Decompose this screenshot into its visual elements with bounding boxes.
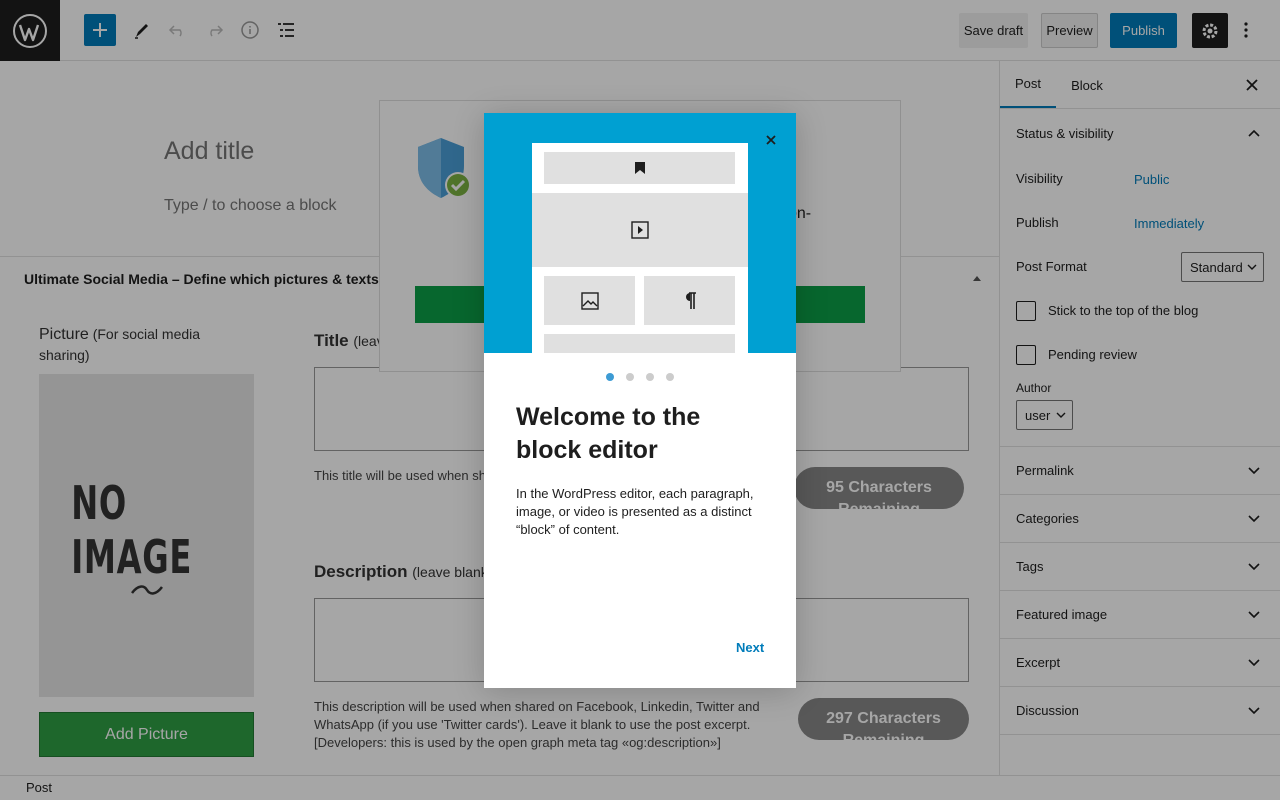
video-icon bbox=[532, 193, 748, 267]
guide-heading: Welcome to the block editor bbox=[516, 403, 701, 464]
guide-text: In the WordPress editor, each paragraph,… bbox=[516, 486, 754, 537]
bookmark-icon bbox=[544, 152, 735, 184]
close-icon[interactable] bbox=[761, 130, 781, 150]
page-dot[interactable] bbox=[626, 373, 634, 381]
guide-illustration bbox=[484, 113, 796, 353]
image-icon bbox=[544, 276, 635, 325]
illustration-card bbox=[532, 143, 748, 353]
next-button[interactable]: Next bbox=[736, 640, 764, 655]
page-dot[interactable] bbox=[666, 373, 674, 381]
illustration-block bbox=[544, 334, 735, 353]
page-dot[interactable] bbox=[606, 373, 614, 381]
page-indicator bbox=[606, 373, 674, 381]
page-dot[interactable] bbox=[646, 373, 654, 381]
welcome-guide-dialog: Welcome to the block editor In the WordP… bbox=[484, 113, 796, 688]
paragraph-icon bbox=[644, 276, 735, 325]
